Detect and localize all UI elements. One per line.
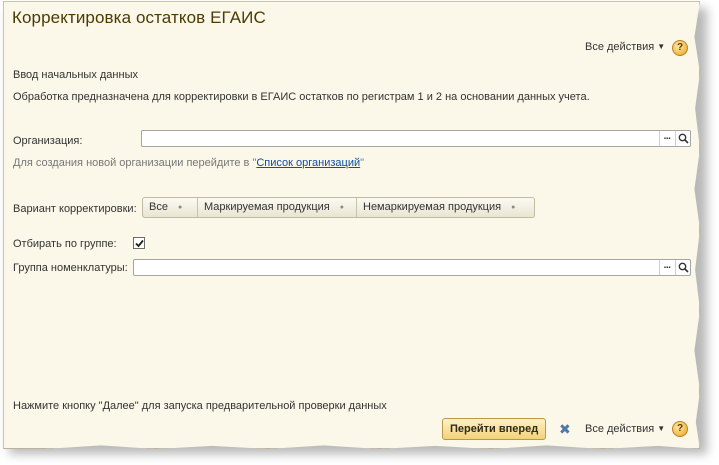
all-actions-menu-bottom[interactable]: Все действия ▼: [585, 423, 665, 435]
all-actions-menu-top[interactable]: Все действия ▼: [585, 41, 665, 53]
search-icon: [678, 133, 689, 144]
organization-field[interactable]: ...: [141, 130, 691, 147]
organization-hint: Для создания новой организации перейдите…: [13, 157, 364, 169]
window-title: Корректировка остатков ЕГАИС: [12, 8, 266, 27]
hint-suffix: ": [360, 157, 365, 169]
search-icon: [678, 262, 689, 273]
hint-prefix: Для создания новой организации перейдите…: [13, 157, 257, 169]
organization-label: Организация:: [13, 135, 83, 147]
variant-option-all[interactable]: Все ●: [143, 198, 198, 217]
nomenclature-group-select-button[interactable]: ...: [659, 260, 674, 275]
correction-variant-label: Вариант корректировки:: [13, 203, 137, 215]
organization-search-button[interactable]: [675, 131, 690, 146]
checkmark-icon: [135, 239, 144, 248]
caret-down-icon: ▼: [657, 42, 666, 51]
help-icon[interactable]: ?: [672, 40, 688, 56]
help-icon[interactable]: ?: [672, 421, 688, 437]
variant-option-unmarked-label: Немаркируемая продукция: [363, 201, 502, 213]
dropdown-arrow-icon: ●: [177, 204, 183, 211]
intro-heading: Ввод начальных данных: [13, 69, 138, 81]
all-actions-label: Все действия: [585, 41, 655, 53]
dropdown-arrow-icon: ●: [339, 204, 344, 211]
dialog-window: Корректировка остатков ЕГАИС Все действи…: [3, 1, 700, 449]
variant-option-marked[interactable]: Маркируемая продукция ●: [198, 198, 357, 217]
nomenclature-group-field[interactable]: ...: [133, 259, 691, 276]
organizations-list-link[interactable]: Список организаций: [256, 157, 360, 169]
variant-option-unmarked[interactable]: Немаркируемая продукция ●: [357, 198, 534, 217]
filter-by-group-checkbox[interactable]: [133, 237, 145, 249]
organization-select-button[interactable]: ...: [659, 131, 674, 146]
correction-variant-selector: Все ● Маркируемая продукция ● Немаркируема…: [142, 197, 535, 218]
next-button[interactable]: Перейти вперед: [442, 418, 547, 440]
footer-instruction: Нажмите кнопку "Далее" для запуска предв…: [13, 400, 387, 412]
intro-description: Обработка предназначена для корректировк…: [13, 91, 590, 103]
variant-option-marked-label: Маркируемая продукция: [204, 201, 330, 213]
nomenclature-group-search-button[interactable]: [675, 260, 690, 275]
variant-option-all-label: Все: [149, 201, 168, 213]
close-icon[interactable]: ✖: [559, 422, 571, 436]
all-actions-label: Все действия: [585, 423, 655, 435]
caret-down-icon: ▼: [657, 424, 666, 433]
nomenclature-group-label: Группа номенклатуры:: [13, 262, 128, 274]
dropdown-arrow-icon: ●: [511, 204, 516, 211]
filter-by-group-label: Отбирать по группе:: [13, 238, 117, 250]
